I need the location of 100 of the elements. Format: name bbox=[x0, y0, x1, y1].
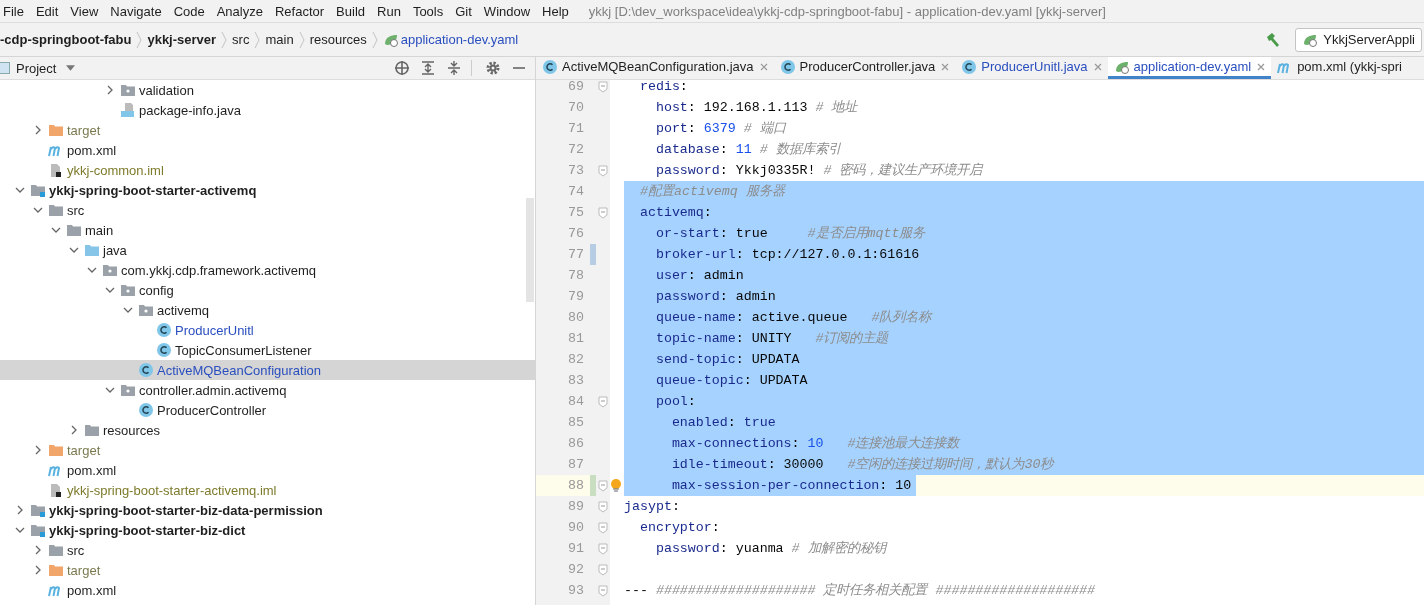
line-number: 86 bbox=[567, 435, 585, 453]
tree-item[interactable]: controller.admin.activemq bbox=[139, 382, 287, 398]
caret-icon[interactable] bbox=[66, 65, 76, 71]
tree-item[interactable]: ykkj-spring-boot-starter-activemq.iml bbox=[67, 482, 277, 498]
line-number: 73 bbox=[567, 162, 585, 180]
tree-item[interactable]: target bbox=[67, 122, 101, 138]
tree-item[interactable]: target bbox=[67, 442, 101, 458]
fold-marker-icon[interactable] bbox=[598, 584, 608, 597]
chevron-right-icon[interactable] bbox=[33, 545, 43, 555]
chevron-down-icon[interactable] bbox=[87, 265, 97, 275]
close-icon[interactable] bbox=[1257, 62, 1266, 71]
fold-marker-icon[interactable] bbox=[598, 479, 608, 492]
menu-item[interactable]: Analyze bbox=[210, 3, 269, 19]
close-icon[interactable] bbox=[941, 62, 950, 71]
code-line: idle-timeout: 30000 #空闲的连接过期时间，默认为30秒 bbox=[670, 457, 1054, 472]
fold-marker-icon[interactable] bbox=[598, 164, 608, 177]
breadcrumb[interactable]: -cdp-springboot-fabu bbox=[0, 32, 132, 47]
chevron-right-icon[interactable] bbox=[33, 565, 43, 575]
tree-item[interactable]: ykkj-spring-boot-starter-biz-dict bbox=[49, 522, 246, 538]
locate-icon[interactable] bbox=[394, 60, 410, 76]
fold-marker-icon[interactable] bbox=[598, 500, 608, 513]
chevron-down-icon[interactable] bbox=[15, 525, 25, 535]
collapse-all-icon[interactable] bbox=[446, 60, 462, 76]
menu-item[interactable]: Window bbox=[477, 3, 537, 19]
chevron-right-icon[interactable] bbox=[69, 425, 79, 435]
class-icon bbox=[542, 58, 558, 75]
chevron-down-icon[interactable] bbox=[51, 225, 61, 235]
editor-tab[interactable]: ActiveMQBeanConfiguration.java bbox=[536, 57, 774, 79]
breadcrumb[interactable]: ykkj-server bbox=[147, 32, 217, 47]
fold-marker-icon[interactable] bbox=[598, 206, 608, 219]
tree-item[interactable]: validation bbox=[139, 82, 194, 98]
settings-icon[interactable] bbox=[485, 60, 501, 76]
chevron-right-icon[interactable] bbox=[33, 125, 43, 135]
code-line: host: 192.168.1.113 # 地址 bbox=[654, 100, 858, 115]
chevron-down-icon[interactable] bbox=[123, 305, 133, 315]
window-title: ykkj [D:\dev_workspace\idea\ykkj-cdp-springboot-fabu] - application-dev.yaml [ykkj-server] bbox=[588, 3, 1106, 19]
tree-item[interactable]: ykkj-spring-boot-starter-biz-data-permission bbox=[49, 502, 323, 518]
chevron-down-icon[interactable] bbox=[105, 285, 115, 295]
tree-item[interactable]: pom.xml bbox=[67, 142, 117, 158]
chevron-down-icon[interactable] bbox=[33, 205, 43, 215]
chevron-right-icon[interactable] bbox=[105, 85, 115, 95]
tree-item[interactable]: ProducerUnitl bbox=[175, 322, 254, 338]
menu-item[interactable]: Run bbox=[371, 3, 407, 19]
hammer-icon[interactable] bbox=[1264, 31, 1281, 48]
fold-marker-icon[interactable] bbox=[598, 80, 608, 93]
tree-item[interactable]: TopicConsumerListener bbox=[175, 342, 312, 358]
chevron-right-icon[interactable] bbox=[33, 445, 43, 455]
close-icon[interactable] bbox=[759, 62, 768, 71]
menu-item[interactable]: Refactor bbox=[268, 3, 331, 19]
breadcrumb[interactable]: src bbox=[232, 32, 250, 47]
tree-item[interactable]: config bbox=[139, 282, 174, 298]
tree-item[interactable]: ykkj-spring-boot-starter-activemq bbox=[49, 182, 257, 198]
menu-item[interactable]: Code bbox=[167, 3, 211, 19]
editor-tab[interactable]: pom.xml (ykkj-spri bbox=[1271, 57, 1408, 79]
fold-marker-icon[interactable] bbox=[598, 395, 608, 408]
fold-marker-icon[interactable] bbox=[598, 542, 608, 555]
menu-item[interactable]: View bbox=[64, 3, 105, 19]
close-icon[interactable] bbox=[1093, 62, 1102, 71]
tree-item[interactable]: ykkj-common.iml bbox=[67, 162, 164, 178]
tree-item[interactable]: target bbox=[67, 562, 101, 578]
breadcrumb[interactable]: application-dev.yaml bbox=[400, 32, 519, 47]
tree-item[interactable]: resources bbox=[103, 422, 161, 438]
menu-item[interactable]: File bbox=[0, 3, 30, 19]
breadcrumb[interactable]: main bbox=[265, 32, 294, 47]
tree-item[interactable]: ProducerController bbox=[157, 402, 267, 418]
menu-item[interactable]: Edit bbox=[29, 3, 65, 19]
panel-title[interactable]: Project bbox=[16, 60, 57, 76]
menu-item[interactable]: Build bbox=[330, 3, 371, 19]
menu-item[interactable]: Navigate bbox=[104, 3, 168, 19]
breadcrumb[interactable]: resources bbox=[309, 32, 367, 47]
fold-marker-icon[interactable] bbox=[598, 563, 608, 576]
menu-item[interactable]: Tools bbox=[406, 3, 450, 19]
tree-item[interactable]: package-info.java bbox=[139, 102, 241, 118]
chevron-right-icon[interactable] bbox=[15, 505, 25, 515]
tree-item[interactable]: com.ykkj.cdp.framework.activemq bbox=[121, 262, 317, 278]
line-number: 80 bbox=[567, 309, 585, 327]
tree-item[interactable]: src bbox=[67, 202, 85, 218]
fold-marker-icon[interactable] bbox=[598, 521, 608, 534]
code-line: redis: bbox=[638, 80, 688, 94]
chevron-down-icon[interactable] bbox=[69, 245, 79, 255]
chevron-down-icon[interactable] bbox=[15, 185, 25, 195]
tree-item[interactable]: java bbox=[103, 242, 127, 258]
module-folder-icon bbox=[30, 522, 46, 538]
tree-item[interactable]: src bbox=[67, 542, 85, 558]
expand-all-icon[interactable] bbox=[420, 60, 436, 76]
tree-item[interactable]: pom.xml bbox=[67, 582, 117, 598]
chevron-down-icon[interactable] bbox=[105, 385, 115, 395]
tree-item[interactable]: pom.xml bbox=[67, 462, 117, 478]
editor-tab[interactable]: application-dev.yaml bbox=[1107, 57, 1272, 79]
editor-tab[interactable]: ProducerUnitl.java bbox=[955, 57, 1108, 79]
tree-item[interactable]: main bbox=[85, 222, 114, 238]
editor-tab[interactable]: ProducerController.java bbox=[773, 57, 956, 79]
line-number: 87 bbox=[567, 456, 585, 474]
run-configuration[interactable]: YkkjServerAppli bbox=[1295, 27, 1422, 52]
tree-item[interactable]: activemq bbox=[157, 302, 210, 318]
menu-item[interactable]: Help bbox=[536, 3, 575, 19]
menu-item[interactable]: Git bbox=[449, 3, 478, 19]
line-number: 79 bbox=[567, 288, 585, 306]
line-number: 70 bbox=[567, 99, 585, 117]
scrollbar-thumb[interactable] bbox=[526, 198, 534, 302]
